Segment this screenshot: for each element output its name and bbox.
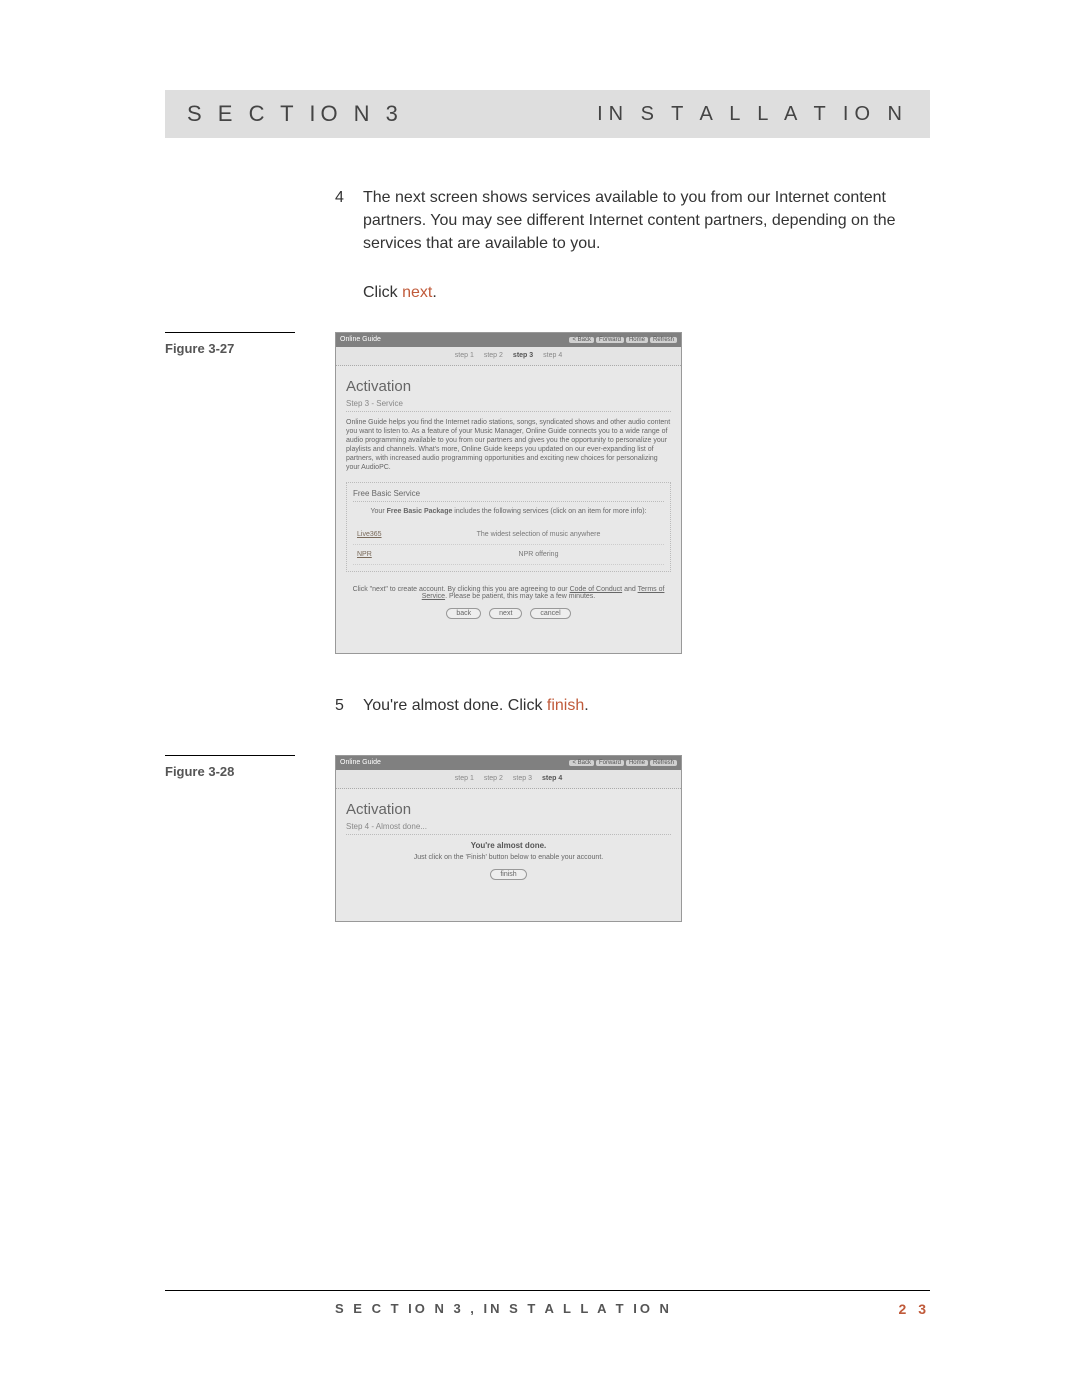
wizard-step-2[interactable]: step 2	[484, 352, 503, 359]
step-4-number: 4	[335, 186, 363, 256]
step-4-click-line: Click next.	[363, 284, 930, 302]
finish-link: finish	[547, 697, 584, 714]
titlebar-refresh-button-2[interactable]: Refresh	[650, 760, 677, 766]
screenshot-body-2: Activation Step 4 - Almost done... You'r…	[336, 789, 681, 888]
page-number: 2 3	[899, 1301, 930, 1317]
click-suffix: .	[432, 284, 436, 301]
finish-button[interactable]: finish	[490, 869, 526, 880]
service-live365-link[interactable]: Live365	[357, 531, 417, 538]
click-prefix: Click	[363, 284, 402, 301]
step-4: 4 The next screen shows services availab…	[335, 186, 930, 256]
agreement-text: Click "next" to create account. By click…	[352, 586, 665, 600]
wizard-step-4[interactable]: step 4	[543, 352, 562, 359]
service-row-live365: Live365 The widest selection of music an…	[353, 525, 664, 545]
fbs-desc-pre: Your	[371, 508, 387, 515]
wizard-buttons-2: finish	[346, 869, 671, 880]
screenshot-body: Activation Step 3 - Service Online Guide…	[336, 366, 681, 628]
cancel-button[interactable]: cancel	[530, 608, 570, 619]
step-5-text: You're almost done. Click finish.	[363, 694, 930, 717]
wizard-steps-row-2: step 1 step 2 step 3 step 4	[336, 770, 681, 789]
window-title-buttons: < Back Forward Home Refresh	[569, 337, 677, 343]
service-row-npr: NPR NPR offering	[353, 545, 664, 565]
activation-heading-2: Activation	[346, 801, 671, 818]
footer-section-title: S E C T IO N 3 , IN S T A L L A T IO N	[335, 1301, 672, 1317]
page-header: S E C T IO N 3 IN S T A L L A T IO N	[165, 90, 930, 138]
screenshot-activation-step3: Online Guide < Back Forward Home Refresh…	[335, 332, 682, 654]
service-live365-desc: The widest selection of music anywhere	[417, 531, 660, 538]
free-basic-service-box: Free Basic Service Your Free Basic Packa…	[346, 482, 671, 572]
window-title-buttons-2: < Back Forward Home Refresh	[569, 760, 677, 766]
figure-327-side: Figure 3-27	[165, 332, 335, 745]
step-5-pre: You're almost done. Click	[363, 697, 547, 714]
fbs-desc-post: includes the following services (click o…	[452, 508, 646, 515]
page: S E C T IO N 3 IN S T A L L A T IO N 4 T…	[0, 0, 1080, 1397]
wizard-step-3b[interactable]: step 3	[513, 775, 532, 782]
wizard-step-1b[interactable]: step 1	[455, 775, 474, 782]
code-of-conduct-link[interactable]: Code of Conduct	[570, 586, 623, 593]
almost-done-desc: Just click on the 'Finish' button below …	[346, 854, 671, 861]
fbs-desc-bold: Free Basic Package	[387, 508, 453, 515]
wizard-step-1[interactable]: step 1	[455, 352, 474, 359]
next-link: next	[402, 284, 432, 301]
step-5-number: 5	[335, 694, 363, 717]
activation-paragraph: Online Guide helps you find the Internet…	[346, 418, 671, 473]
figure-327-label: Figure 3-27	[165, 332, 295, 356]
figure-327-row: Figure 3-27 Online Guide < Back Forward …	[165, 332, 930, 745]
wizard-step-4b[interactable]: step 4	[542, 775, 562, 782]
body-area: 4 The next screen shows services availab…	[165, 186, 930, 332]
screenshot-activation-step4: Online Guide < Back Forward Home Refresh…	[335, 755, 682, 922]
window-title-2: Online Guide	[340, 759, 381, 766]
back-button[interactable]: back	[446, 608, 481, 619]
window-title: Online Guide	[340, 336, 381, 343]
activation-subheading: Step 3 - Service	[346, 399, 671, 412]
figure-327-main: Online Guide < Back Forward Home Refresh…	[335, 332, 930, 745]
wizard-step-3[interactable]: step 3	[513, 352, 533, 359]
header-section: S E C T IO N 3	[187, 101, 403, 127]
almost-done-title: You're almost done.	[346, 841, 671, 850]
wizard-steps-row: step 1 step 2 step 3 step 4	[336, 347, 681, 366]
main-column: 4 The next screen shows services availab…	[335, 186, 930, 332]
free-basic-service-title: Free Basic Service	[353, 489, 664, 502]
wizard-buttons: back next cancel	[346, 608, 671, 619]
agree-pre: Click "next" to create account. By click…	[353, 586, 570, 593]
step-5-post: .	[584, 697, 588, 714]
figure-328-side: Figure 3-28	[165, 755, 335, 962]
step-5: 5 You're almost done. Click finish.	[335, 694, 930, 717]
window-title-bar: Online Guide < Back Forward Home Refresh	[336, 333, 681, 347]
page-footer: S E C T IO N 3 , IN S T A L L A T IO N 2…	[165, 1290, 930, 1317]
next-button[interactable]: next	[489, 608, 522, 619]
agree-mid: and	[622, 586, 637, 593]
figure-328-label: Figure 3-28	[165, 755, 295, 779]
window-title-bar-2: Online Guide < Back Forward Home Refresh	[336, 756, 681, 770]
titlebar-back-button-2[interactable]: < Back	[569, 760, 594, 766]
titlebar-refresh-button[interactable]: Refresh	[650, 337, 677, 343]
header-title: IN S T A L L A T IO N	[597, 103, 908, 126]
free-basic-service-desc: Your Free Basic Package includes the fol…	[353, 508, 664, 515]
titlebar-back-button[interactable]: < Back	[569, 337, 594, 343]
figure-328-main: Online Guide < Back Forward Home Refresh…	[335, 755, 930, 962]
activation-heading: Activation	[346, 378, 671, 395]
titlebar-forward-button-2[interactable]: Forward	[596, 760, 624, 766]
service-npr-link[interactable]: NPR	[357, 551, 417, 558]
activation-subheading-2: Step 4 - Almost done...	[346, 822, 671, 835]
figure-328-row: Figure 3-28 Online Guide < Back Forward …	[165, 755, 930, 962]
service-npr-desc: NPR offering	[417, 551, 660, 558]
titlebar-home-button-2[interactable]: Home	[626, 760, 648, 766]
agree-post: . Please be patient, this may take a few…	[445, 593, 595, 600]
left-gutter	[165, 186, 335, 332]
wizard-step-2b[interactable]: step 2	[484, 775, 503, 782]
titlebar-home-button[interactable]: Home	[626, 337, 648, 343]
titlebar-forward-button[interactable]: Forward	[596, 337, 624, 343]
step-4-text: The next screen shows services available…	[363, 186, 930, 256]
